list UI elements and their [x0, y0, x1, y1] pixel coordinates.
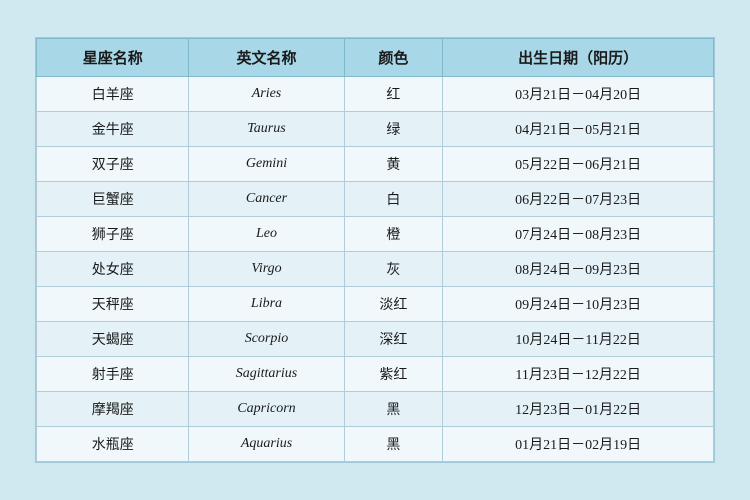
cell-dates: 08月24日－09月23日	[443, 252, 714, 287]
cell-color: 深红	[344, 322, 443, 357]
table-row: 处女座Virgo灰08月24日－09月23日	[37, 252, 714, 287]
cell-chinese-name: 水瓶座	[37, 427, 189, 462]
cell-dates: 07月24日－08月23日	[443, 217, 714, 252]
cell-chinese-name: 处女座	[37, 252, 189, 287]
table-row: 白羊座Aries红03月21日－04月20日	[37, 77, 714, 112]
cell-dates: 11月23日－12月22日	[443, 357, 714, 392]
cell-color: 橙	[344, 217, 443, 252]
table-row: 金牛座Taurus绿04月21日－05月21日	[37, 112, 714, 147]
cell-chinese-name: 金牛座	[37, 112, 189, 147]
cell-english-name: Cancer	[189, 182, 344, 217]
zodiac-table-container: 星座名称 英文名称 颜色 出生日期（阳历） 白羊座Aries红03月21日－04…	[35, 37, 715, 463]
cell-english-name: Capricorn	[189, 392, 344, 427]
cell-color: 灰	[344, 252, 443, 287]
header-chinese-name: 星座名称	[37, 39, 189, 77]
table-row: 双子座Gemini黄05月22日－06月21日	[37, 147, 714, 182]
cell-chinese-name: 狮子座	[37, 217, 189, 252]
cell-dates: 10月24日－11月22日	[443, 322, 714, 357]
table-row: 天秤座Libra淡红09月24日－10月23日	[37, 287, 714, 322]
table-row: 水瓶座Aquarius黑01月21日－02月19日	[37, 427, 714, 462]
cell-chinese-name: 白羊座	[37, 77, 189, 112]
cell-dates: 09月24日－10月23日	[443, 287, 714, 322]
table-row: 狮子座Leo橙07月24日－08月23日	[37, 217, 714, 252]
cell-english-name: Libra	[189, 287, 344, 322]
table-row: 天蝎座Scorpio深红10月24日－11月22日	[37, 322, 714, 357]
cell-dates: 01月21日－02月19日	[443, 427, 714, 462]
cell-chinese-name: 摩羯座	[37, 392, 189, 427]
table-row: 射手座Sagittarius紫红11月23日－12月22日	[37, 357, 714, 392]
cell-dates: 12月23日－01月22日	[443, 392, 714, 427]
cell-color: 黑	[344, 427, 443, 462]
cell-english-name: Scorpio	[189, 322, 344, 357]
cell-chinese-name: 天秤座	[37, 287, 189, 322]
header-dates: 出生日期（阳历）	[443, 39, 714, 77]
table-row: 巨蟹座Cancer白06月22日－07月23日	[37, 182, 714, 217]
cell-color: 绿	[344, 112, 443, 147]
cell-chinese-name: 射手座	[37, 357, 189, 392]
cell-english-name: Gemini	[189, 147, 344, 182]
cell-color: 淡红	[344, 287, 443, 322]
cell-color: 黄	[344, 147, 443, 182]
cell-english-name: Aries	[189, 77, 344, 112]
cell-color: 黑	[344, 392, 443, 427]
cell-dates: 05月22日－06月21日	[443, 147, 714, 182]
header-english-name: 英文名称	[189, 39, 344, 77]
cell-chinese-name: 双子座	[37, 147, 189, 182]
cell-english-name: Sagittarius	[189, 357, 344, 392]
cell-english-name: Taurus	[189, 112, 344, 147]
cell-color: 紫红	[344, 357, 443, 392]
table-body: 白羊座Aries红03月21日－04月20日金牛座Taurus绿04月21日－0…	[37, 77, 714, 462]
cell-english-name: Aquarius	[189, 427, 344, 462]
cell-color: 白	[344, 182, 443, 217]
table-header-row: 星座名称 英文名称 颜色 出生日期（阳历）	[37, 39, 714, 77]
header-color: 颜色	[344, 39, 443, 77]
cell-dates: 04月21日－05月21日	[443, 112, 714, 147]
cell-color: 红	[344, 77, 443, 112]
cell-chinese-name: 天蝎座	[37, 322, 189, 357]
cell-english-name: Virgo	[189, 252, 344, 287]
cell-english-name: Leo	[189, 217, 344, 252]
zodiac-table: 星座名称 英文名称 颜色 出生日期（阳历） 白羊座Aries红03月21日－04…	[36, 38, 714, 462]
cell-dates: 06月22日－07月23日	[443, 182, 714, 217]
table-row: 摩羯座Capricorn黑12月23日－01月22日	[37, 392, 714, 427]
cell-dates: 03月21日－04月20日	[443, 77, 714, 112]
cell-chinese-name: 巨蟹座	[37, 182, 189, 217]
